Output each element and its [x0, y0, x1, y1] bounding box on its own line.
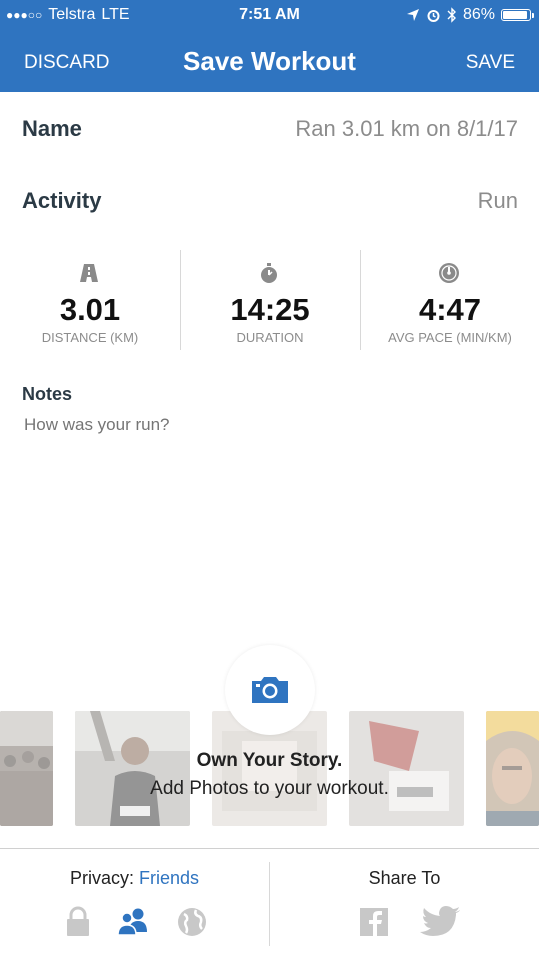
name-row[interactable]: Name Ran 3.01 km on 8/1/17	[22, 116, 518, 146]
distance-value: 3.01	[59, 292, 121, 327]
pace-stat: 4:47 AVG PACE (MIN/KM)	[360, 250, 539, 350]
name-value[interactable]: Ran 3.01 km on 8/1/17	[295, 116, 518, 142]
friends-icon[interactable]	[116, 904, 152, 940]
privacy-value: Friends	[139, 868, 200, 888]
lock-icon[interactable]	[60, 904, 96, 940]
save-button[interactable]: SAVE	[466, 52, 515, 74]
bluetooth-icon	[447, 7, 456, 23]
status-bar: ●●●○○ Telstra LTE 7:51 AM 86%	[0, 0, 539, 32]
privacy-label: Privacy:	[69, 868, 134, 888]
page-title: Save Workout	[183, 46, 356, 76]
nav-bar: DISCARD Save Workout SAVE	[0, 32, 539, 92]
add-photo-button[interactable]	[225, 645, 315, 735]
notes-input[interactable]	[22, 414, 516, 436]
privacy-section: Privacy: Friends	[0, 868, 269, 889]
location-arrow-icon	[406, 9, 419, 21]
activity-label: Activity	[22, 188, 102, 213]
globe-icon[interactable]	[174, 904, 210, 940]
stats-divider	[360, 250, 361, 350]
photos-title: Own Your Story.	[196, 750, 343, 771]
camera-icon	[252, 677, 288, 703]
battery-icon	[501, 9, 534, 21]
speedometer-icon	[439, 263, 459, 283]
notes-label: Notes	[22, 384, 73, 404]
stats-panel: 3.01 DISTANCE (KM) 14:25 DURATION 4:47 A…	[0, 250, 539, 350]
stopwatch-icon	[261, 263, 277, 283]
alarm-icon	[427, 9, 440, 22]
activity-row[interactable]: Activity Run	[22, 188, 518, 218]
photos-subtitle: Add Photos to your workout.	[150, 778, 389, 799]
facebook-icon[interactable]	[356, 904, 392, 940]
stats-divider	[180, 250, 181, 350]
duration-caption: DURATION	[236, 330, 304, 345]
duration-value: 14:25	[230, 292, 310, 327]
pace-caption: AVG PACE (MIN/KM)	[388, 330, 512, 345]
share-label: Share To	[368, 868, 441, 888]
distance-stat: 3.01 DISTANCE (KM)	[0, 250, 180, 350]
header-bar: ●●●○○ Telstra LTE 7:51 AM 86% DISCARD Sa…	[0, 0, 539, 92]
share-section: Share To	[270, 868, 539, 889]
battery-percent: 86%	[462, 6, 495, 23]
activity-value[interactable]: Run	[478, 188, 518, 214]
name-label: Name	[22, 116, 82, 141]
distance-caption: DISTANCE (KM)	[41, 330, 139, 345]
duration-stat: 14:25 DURATION	[180, 250, 360, 350]
pace-value: 4:47	[418, 292, 482, 327]
road-icon	[80, 264, 98, 282]
twitter-icon[interactable]	[420, 904, 462, 940]
footer-divider	[0, 848, 539, 849]
